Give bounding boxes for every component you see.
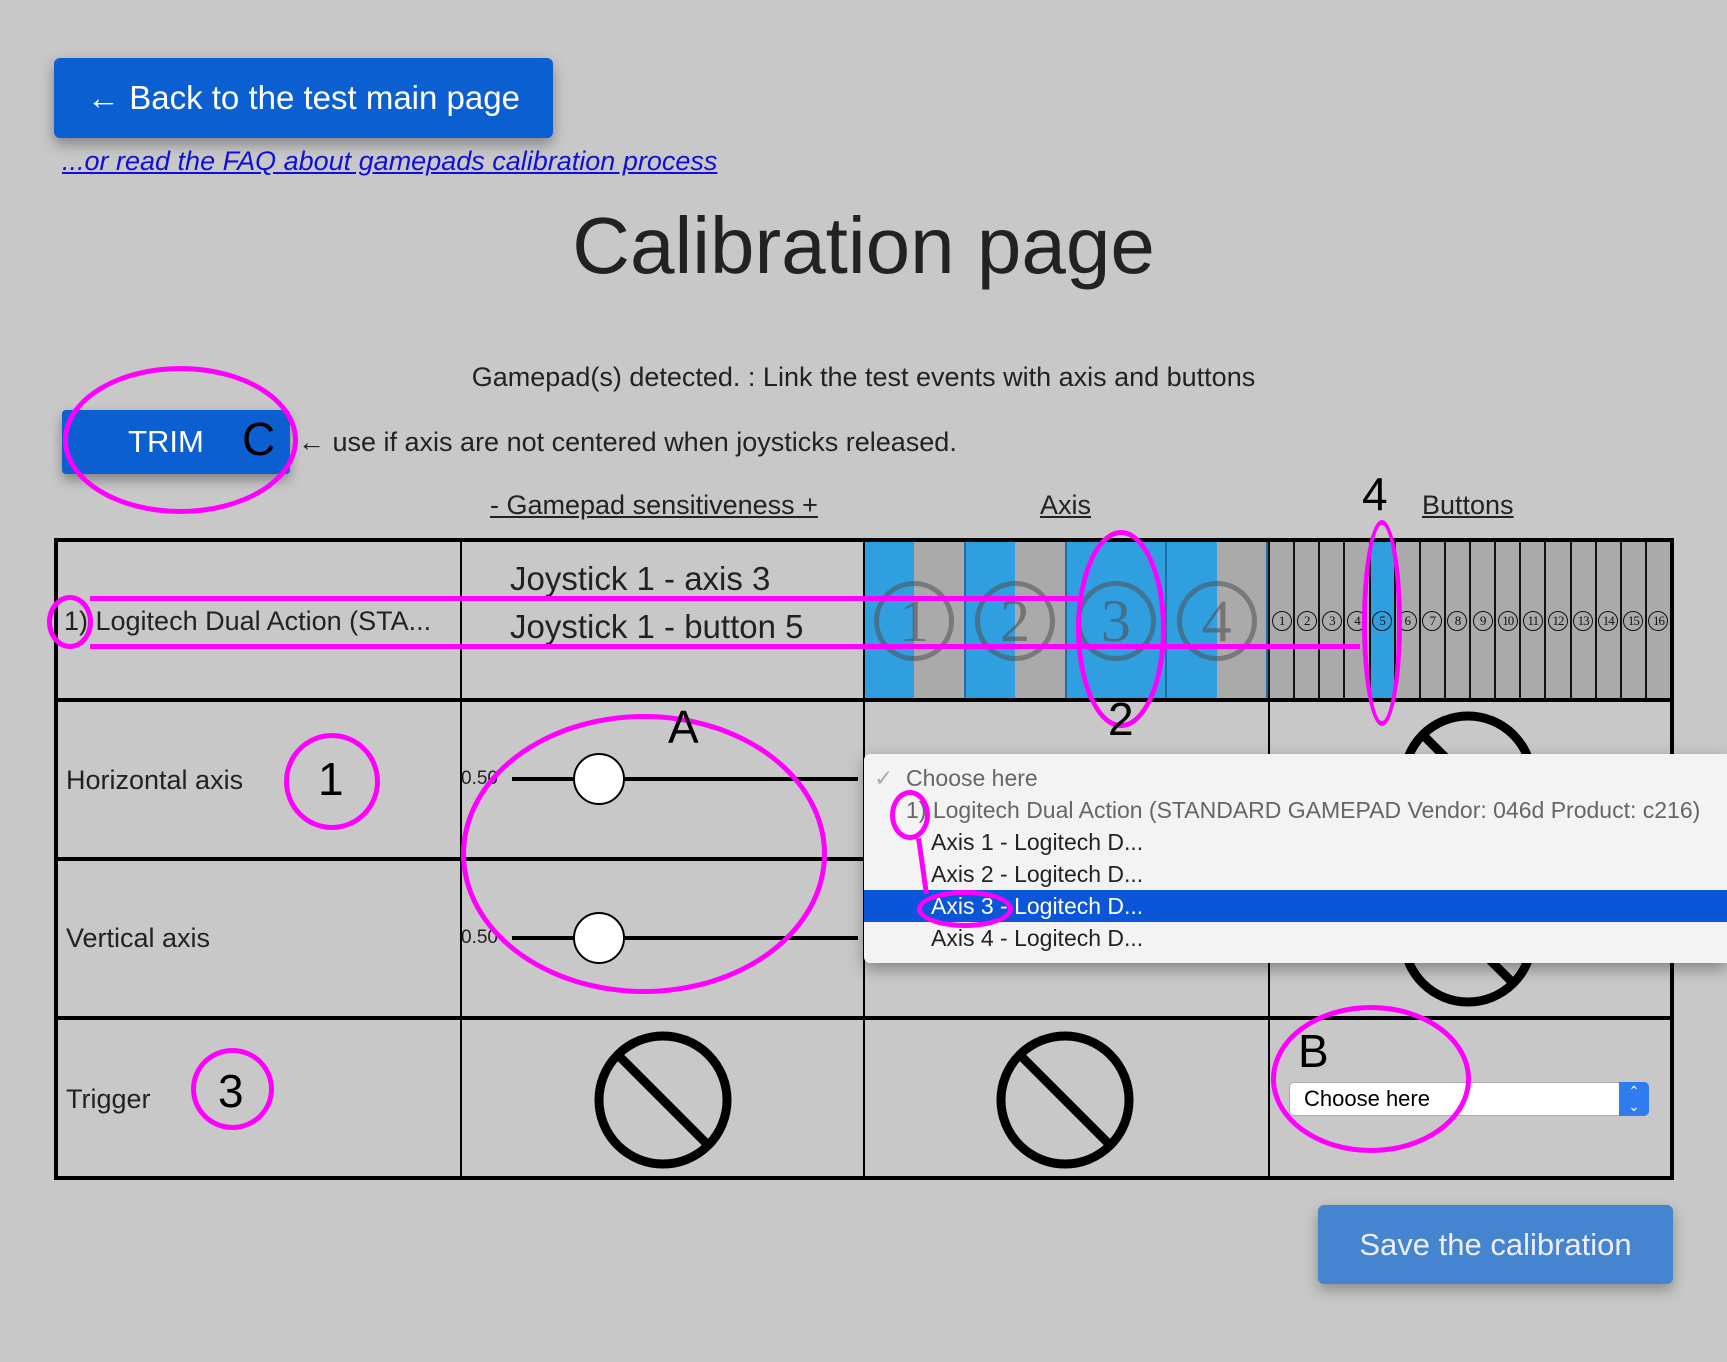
button-number-label: 13	[1573, 611, 1594, 631]
axis-indicator: 1	[865, 542, 966, 700]
horizontal-sensitivity-thumb[interactable]	[572, 753, 625, 805]
axis-number-label: 3	[1075, 581, 1156, 661]
axis-dropdown-menu: ✓ Choose here 1) Logitech Dual Action (S…	[864, 754, 1727, 963]
checkmark-icon: ✓	[874, 765, 894, 791]
menu-item-axis-2[interactable]: Axis 2 - Logitech D...	[864, 858, 1727, 890]
button-number-label: 7	[1422, 611, 1443, 631]
button-indicator: 16	[1644, 542, 1670, 700]
button-indicator: 12	[1544, 542, 1570, 700]
select-value: Choose here	[1304, 1086, 1430, 1111]
vertical-axis-label: Vertical axis	[66, 923, 211, 953]
button-indicator: 13	[1569, 542, 1595, 700]
button-indicator: 11	[1519, 542, 1545, 700]
select-arrows-icon: ⌃ ⌄	[1619, 1082, 1649, 1116]
menu-item-label: Axis 1 - Logitech D...	[931, 829, 1144, 855]
axis-indicator: 3	[1066, 542, 1168, 700]
button-number-label: 12	[1547, 611, 1568, 631]
menu-item-label: Axis 3 - Logitech D...	[931, 893, 1144, 919]
faq-link[interactable]: ...or read the FAQ about gamepads calibr…	[62, 146, 717, 177]
axis-indicator: 4	[1167, 542, 1268, 700]
vertical-sensitivity-track[interactable]	[512, 936, 858, 940]
horizontal-sensitivity-track[interactable]	[512, 777, 858, 781]
button-number-label: 15	[1623, 611, 1644, 631]
axis-number-label: 4	[1176, 581, 1257, 661]
button-number-label: 2	[1296, 611, 1317, 631]
menu-item-label: Choose here	[906, 765, 1038, 791]
button-number-label: 3	[1321, 611, 1342, 631]
button-indicator: 1	[1268, 542, 1294, 700]
header-buttons: Buttons	[1422, 490, 1514, 520]
button-indicator: 8	[1443, 542, 1469, 700]
axis-number-label: 1	[874, 581, 955, 661]
save-calibration-button[interactable]: Save the calibration	[1318, 1205, 1673, 1284]
trim-hint: ← use if axis are not centered when joys…	[298, 427, 957, 457]
button-indicator: 9	[1469, 542, 1495, 700]
menu-item-choose[interactable]: ✓ Choose here	[864, 762, 1727, 794]
menu-group-label: 1) Logitech Dual Action (STANDARD GAMEPA…	[906, 797, 1701, 823]
menu-group-gamepad: 1) Logitech Dual Action (STANDARD GAMEPA…	[864, 794, 1727, 826]
button-number-label: 16	[1648, 611, 1669, 631]
menu-item-label: Axis 2 - Logitech D...	[931, 861, 1144, 887]
button-indicator: 6	[1393, 542, 1419, 700]
axis-indicator: 2	[965, 542, 1067, 700]
button-indicator: 10	[1494, 542, 1520, 700]
col-divider	[460, 538, 462, 1180]
header-sensitiveness: - Gamepad sensitiveness +	[490, 490, 818, 520]
detection-status: Gamepad(s) detected. : Link the test eve…	[471, 362, 1256, 392]
trim-button-label: TRIM	[128, 424, 204, 459]
button-number-label: 1	[1271, 611, 1292, 631]
event-axis: Joystick 1 - axis 3	[510, 560, 771, 597]
button-number-label: 6	[1397, 611, 1418, 631]
prohibited-icon	[996, 1031, 1134, 1169]
vertical-sensitivity-thumb[interactable]	[572, 912, 625, 964]
vertical-sensitivity-value: 0.50	[461, 927, 498, 948]
button-indicator: 5	[1368, 542, 1394, 700]
menu-item-label: Axis 4 - Logitech D...	[931, 925, 1144, 951]
page-title: Calibration page	[572, 201, 1155, 290]
menu-item-axis-1[interactable]: Axis 1 - Logitech D...	[864, 826, 1727, 858]
button-indicator: 15	[1619, 542, 1645, 700]
button-indicator: 7	[1418, 542, 1444, 700]
button-indicator: 4	[1343, 542, 1369, 700]
axis-number-label: 2	[975, 581, 1056, 661]
button-number-label: 9	[1472, 611, 1493, 631]
button-indicator: 14	[1594, 542, 1620, 700]
header-axis: Axis	[1040, 490, 1092, 520]
horizontal-axis-label: Horizontal axis	[66, 765, 244, 795]
trigger-label: Trigger	[66, 1084, 151, 1114]
trim-button[interactable]: TRIM	[62, 410, 290, 474]
prohibited-icon	[594, 1031, 732, 1169]
button-number-label: 14	[1598, 611, 1619, 631]
menu-item-axis-4[interactable]: Axis 4 - Logitech D...	[864, 922, 1727, 954]
horizontal-sensitivity-value: 0.50	[461, 768, 498, 789]
button-indicator: 2	[1293, 542, 1319, 700]
button-number-label: 4	[1346, 611, 1367, 631]
menu-item-axis-3[interactable]: Axis 3 - Logitech D...	[864, 890, 1727, 922]
back-to-main-button[interactable]: ← Back to the test main page	[54, 58, 553, 138]
annotation-label-4: 4	[1362, 468, 1388, 520]
button-number-label: 5	[1372, 611, 1393, 631]
gamepad-name: 1) Logitech Dual Action (STA...	[64, 606, 432, 636]
event-button: Joystick 1 - button 5	[510, 608, 804, 645]
button-number-label: 10	[1497, 611, 1518, 631]
button-number-label: 11	[1522, 611, 1543, 631]
button-number-label: 8	[1447, 611, 1468, 631]
button-indicator: 3	[1318, 542, 1344, 700]
trigger-button-select[interactable]: Choose here ⌃ ⌄	[1289, 1082, 1649, 1116]
